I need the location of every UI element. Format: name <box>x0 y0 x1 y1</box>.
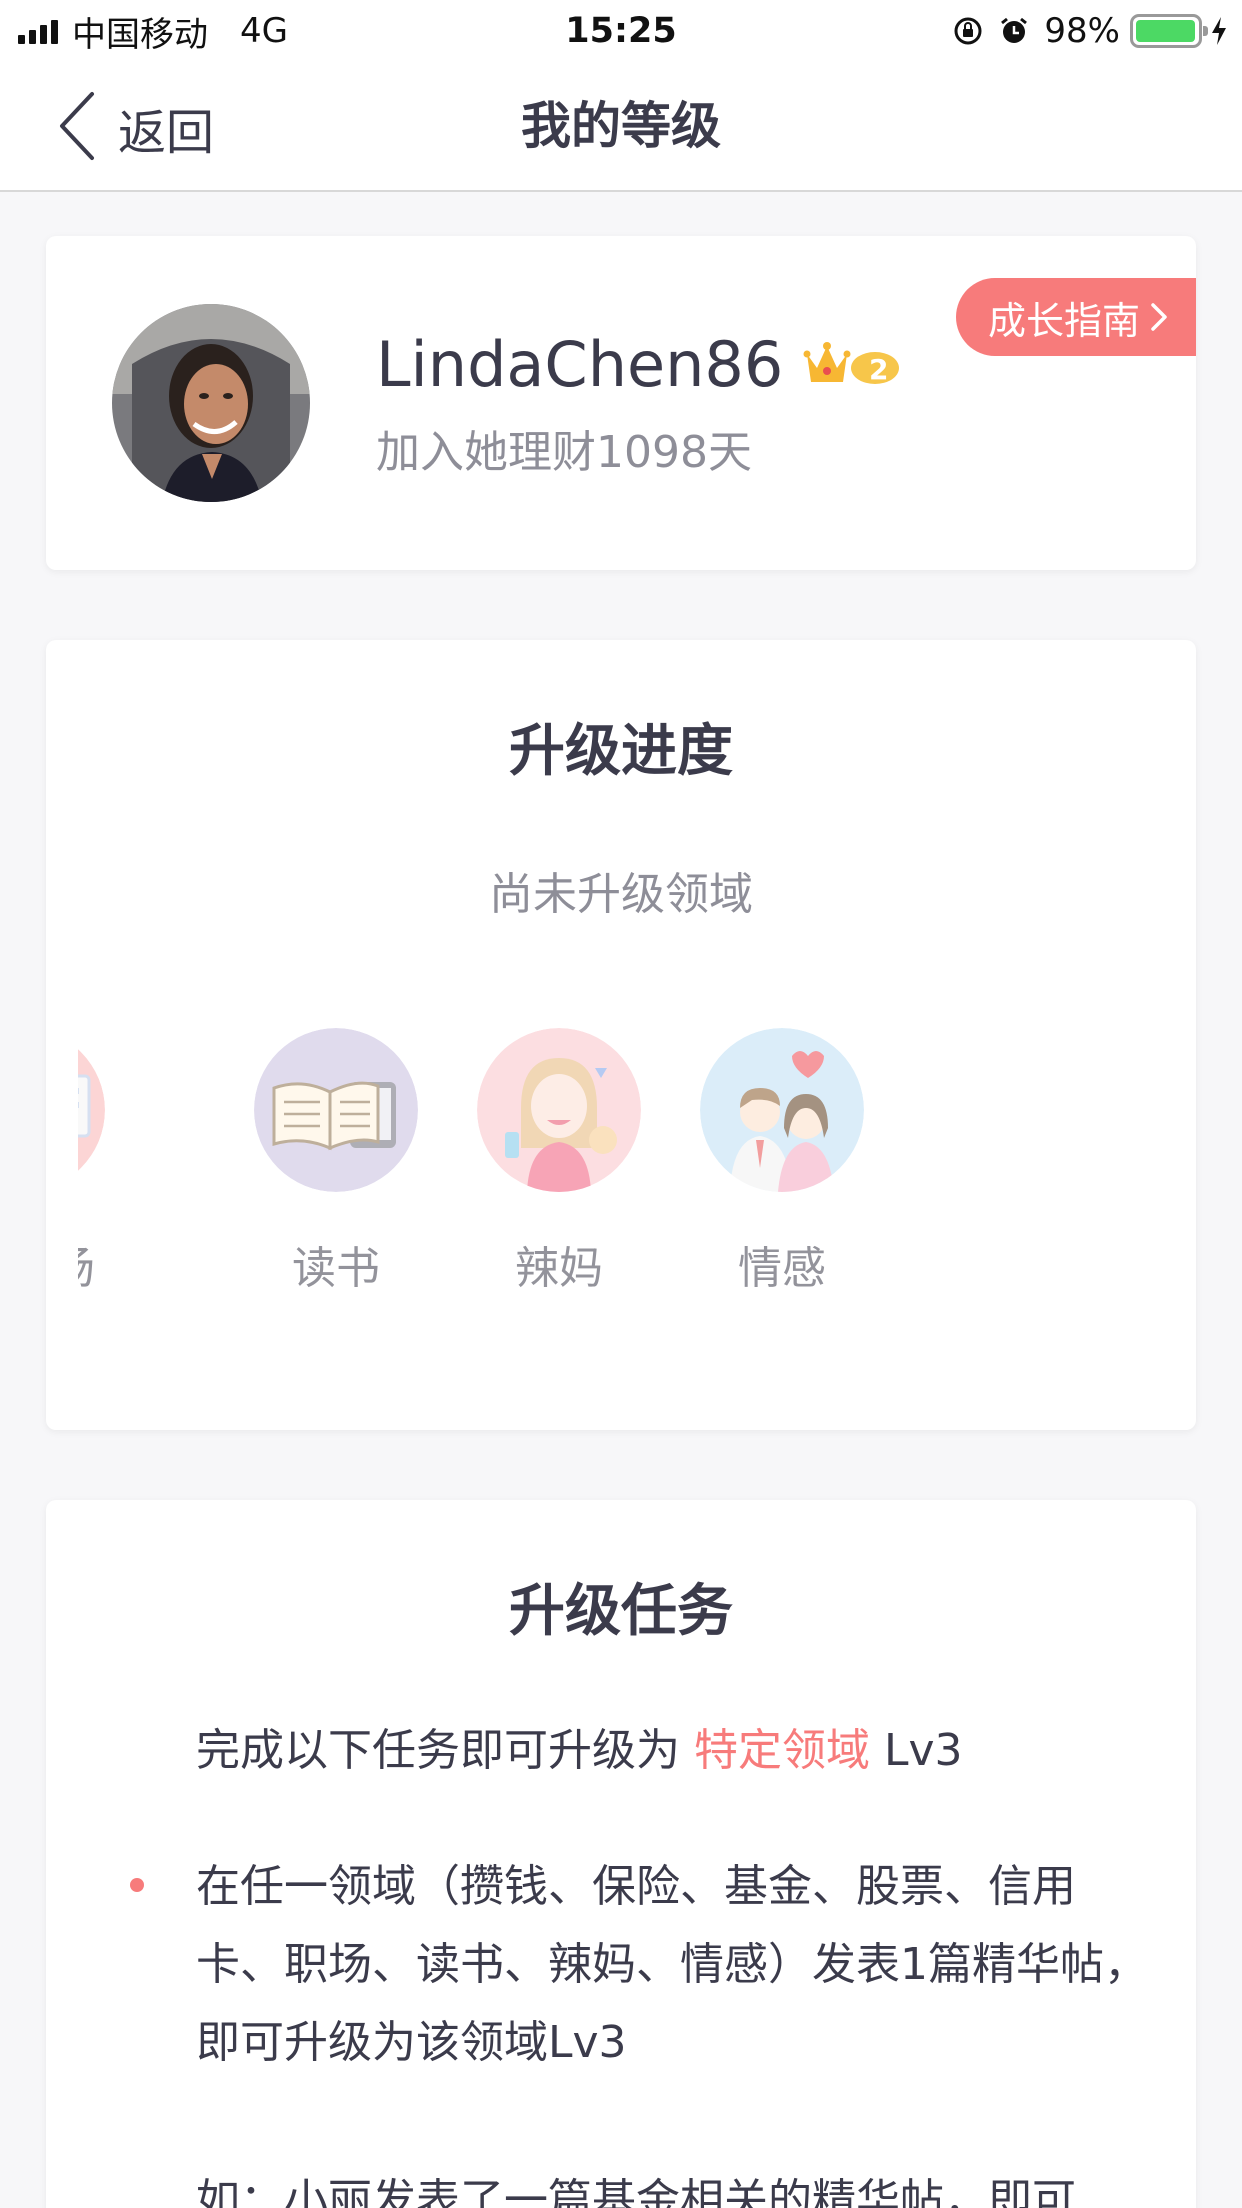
svg-text:2: 2 <box>869 353 888 386</box>
profile-card: LindaChen86 2 加入她理财1098天 成长指南 <box>46 236 1196 570</box>
charging-icon <box>1210 15 1228 47</box>
task-item-text: 在任一领域（攒钱、保险、基金、股票、信用卡、职场、读书、辣妈、情感）发表1篇精华… <box>196 1861 1148 2068</box>
status-bar: 中国移动 4G 15:25 98% <box>0 0 1242 62</box>
progress-subtitle: 尚未升级领域 <box>489 869 753 920</box>
workplace-icon <box>78 1028 105 1192</box>
tasks-title: 升级任务 <box>509 1579 733 1644</box>
domain-label: 辣妈 <box>515 1243 603 1294</box>
crown-level-badge-icon: 2 <box>803 338 901 392</box>
bullet-dot-icon <box>130 1878 144 1892</box>
couple-icon <box>700 1028 864 1192</box>
domain-label: 场 <box>78 1232 123 1296</box>
domain-carousel[interactable]: 场 读书 <box>78 1028 1164 1348</box>
username-text: LindaChen86 <box>376 328 784 401</box>
task-intro-highlight: 特定领域 <box>694 1725 870 1776</box>
upgrade-tasks-card: 升级任务 完成以下任务即可升级为 特定领域 Lv3 在任一领域（攒钱、保险、基金… <box>46 1500 1196 2208</box>
nav-bar: 返回 我的等级 <box>0 62 1242 192</box>
upgrade-progress-card: 升级进度 尚未升级领域 场 <box>46 640 1196 1430</box>
status-right: 98% <box>952 8 1228 54</box>
progress-title: 升级进度 <box>509 719 733 784</box>
domain-item-reading[interactable]: 读书 <box>236 1028 436 1296</box>
growth-guide-button[interactable]: 成长指南 <box>956 278 1196 356</box>
alarm-icon <box>998 15 1030 47</box>
task-intro: 完成以下任务即可升级为 特定领域 Lv3 <box>196 1714 963 1778</box>
book-icon <box>254 1028 418 1192</box>
mom-icon <box>477 1028 641 1192</box>
task-example-text: 如：小丽发表了一篇基金相关的精华帖，即可 <box>196 2175 1076 2208</box>
battery-icon <box>1130 14 1208 48</box>
growth-guide-label: 成长指南 <box>988 298 1141 343</box>
task-intro-suffix: Lv3 <box>870 1725 963 1776</box>
domain-label: 情感 <box>738 1243 826 1294</box>
domain-label: 读书 <box>292 1243 380 1294</box>
domain-item-mom[interactable]: 辣妈 <box>459 1028 659 1296</box>
rotation-lock-icon <box>952 15 984 47</box>
chevron-right-icon <box>1150 302 1168 332</box>
username: LindaChen86 2 <box>376 328 901 401</box>
task-intro-prefix: 完成以下任务即可升级为 <box>196 1725 694 1776</box>
domain-item-emotion[interactable]: 情感 <box>682 1028 882 1296</box>
join-days: 加入她理财1098天 <box>376 427 752 478</box>
domain-item-workplace[interactable]: 场 <box>78 1028 123 1296</box>
battery-percent: 98% <box>1044 11 1120 51</box>
page-title: 我的等级 <box>521 97 721 155</box>
avatar[interactable] <box>112 304 310 502</box>
